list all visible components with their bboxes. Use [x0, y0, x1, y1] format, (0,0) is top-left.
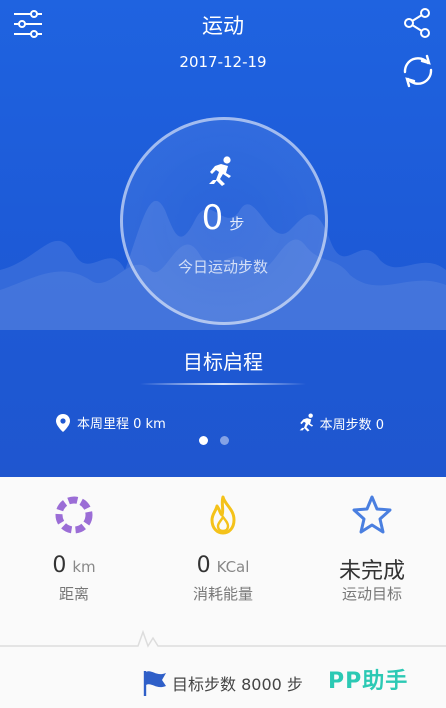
page-dot-2[interactable] — [220, 436, 229, 445]
star-icon — [352, 495, 392, 534]
pulse-line — [0, 629, 446, 648]
sync-icon[interactable] — [400, 54, 436, 88]
goal-steps[interactable]: 目标步数 8000 步 — [142, 669, 303, 697]
today-steps: 0步 — [0, 198, 446, 238]
date-label: 2017-12-19 — [179, 53, 267, 71]
distance-number: 0 — [52, 553, 67, 578]
goal-divider — [140, 383, 306, 385]
today-steps-unit: 步 — [229, 215, 245, 233]
ring-segments-icon — [55, 496, 93, 534]
watermark-logo: PP助手 — [328, 669, 409, 694]
hero-panel: 运动 2017-12-19 0步 今日运动步数 目标启程 本周里程 0 km 本… — [0, 0, 446, 477]
goal-start-button[interactable]: 目标启程 — [0, 346, 446, 375]
weekly-steps-label: 本周步数 0 — [319, 417, 384, 433]
distance-value: 0 km — [0, 553, 148, 578]
energy-unit: KCal — [216, 558, 250, 576]
today-steps-label: 今日运动步数 — [177, 258, 268, 276]
location-pin-icon — [56, 413, 70, 432]
weekly-distance-label: 本周里程 0 km — [77, 417, 166, 432]
energy-label: 消耗能量 — [192, 585, 253, 603]
running-icon — [209, 156, 231, 186]
running-icon — [299, 413, 313, 432]
page-title: 运动 — [202, 14, 244, 38]
distance-unit: km — [72, 558, 96, 576]
goal-status-text: 未完成 — [338, 559, 405, 584]
page-dot-1[interactable] — [199, 436, 208, 445]
goal-steps-label: 目标步数 8000 步 — [172, 675, 303, 694]
weekly-steps: 本周步数 0 — [296, 413, 384, 433]
page-indicator — [199, 436, 229, 445]
goal-label: 运动目标 — [341, 585, 402, 603]
weekly-distance: 本周里程 0 km — [56, 413, 166, 432]
goal-status: 未完成 — [298, 553, 446, 585]
flame-icon — [210, 495, 236, 535]
flag-icon — [143, 671, 166, 696]
distance-label: 距离 — [58, 585, 89, 603]
energy-value: 0 KCal — [149, 553, 297, 578]
today-steps-value: 0 — [201, 198, 224, 238]
energy-number: 0 — [196, 553, 211, 578]
share-icon[interactable] — [402, 7, 432, 39]
stats-panel: 0 km 距离 0 KCal 消耗能量 未完成 运动目标 目标步数 8000 步 — [0, 477, 446, 708]
